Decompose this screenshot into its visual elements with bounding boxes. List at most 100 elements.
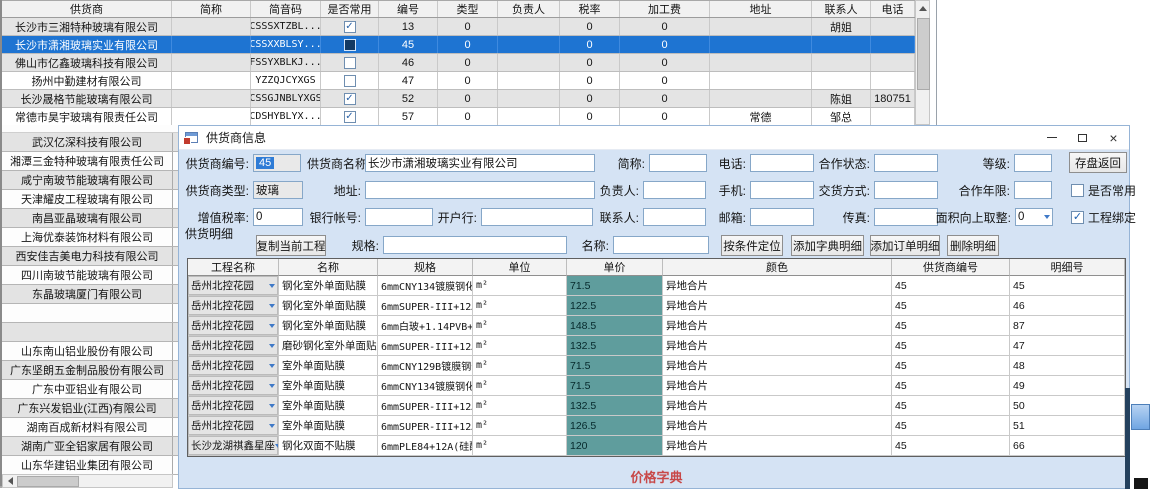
grid-row[interactable]: 岳州北控花园室外单面贴膜6mmSUPER-III+12A(硅...m²126.5… — [188, 416, 1125, 436]
scroll-left-icon[interactable] — [3, 477, 17, 485]
grid-row[interactable]: 岳州北控花园钢化室外单面贴膜6mm白玻+1.14PVB+6mm...m²148.… — [188, 316, 1125, 336]
cell-project[interactable]: 岳州北控花园 — [188, 276, 279, 296]
supplier-type-input[interactable]: 玻璃 — [253, 181, 303, 199]
list-item[interactable]: 武汉亿深科技有限公司 — [2, 133, 178, 152]
cell-project[interactable]: 岳州北控花园 — [188, 356, 279, 376]
grid-column-header[interactable]: 供货商编号 — [892, 259, 1010, 276]
add-order-detail-button[interactable]: 添加订单明细 — [870, 235, 940, 256]
save-return-button[interactable]: 存盘返回 — [1069, 152, 1127, 173]
list-item[interactable]: 四川南玻节能玻璃有限公司 — [2, 266, 178, 285]
column-header[interactable]: 税率 — [560, 1, 620, 17]
common-checkbox[interactable] — [344, 39, 356, 51]
contact-input[interactable] — [643, 208, 706, 226]
grid-row[interactable]: 岳州北控花园钢化室外单面贴膜6mmSUPER-III+12A(硅...m²122… — [188, 296, 1125, 316]
combo-dropdown-icon[interactable] — [269, 284, 275, 288]
dialog-titlebar[interactable]: 供货商信息 × — [179, 126, 1129, 150]
minimize-button[interactable] — [1036, 126, 1067, 149]
list-item[interactable]: 山东南山铝业股份有限公司 — [2, 342, 178, 361]
supplier-list-hscrollbar[interactable] — [2, 474, 173, 488]
grid-column-header[interactable]: 工程名称 — [188, 259, 279, 276]
list-item[interactable]: 南昌亚晶玻璃有限公司 — [2, 209, 178, 228]
supplier-table-vscrollbar[interactable] — [915, 0, 930, 125]
list-item[interactable] — [2, 323, 178, 342]
mobile-input[interactable] — [750, 181, 814, 199]
grid-row[interactable]: 岳州北控花园磨砂钢化室外单面贴膜6mmSUPER-III+12A(硅...m²1… — [188, 336, 1125, 356]
list-item[interactable]: 东晶玻璃厦门有限公司 — [2, 285, 178, 304]
combo-dropdown-icon[interactable] — [269, 384, 275, 388]
common-checkbox[interactable]: ✓ — [344, 111, 356, 123]
combo-dropdown-icon[interactable] — [269, 324, 275, 328]
list-item[interactable] — [2, 304, 178, 323]
supplier-no-input[interactable]: 45 — [253, 154, 301, 172]
column-header[interactable]: 简称 — [172, 1, 251, 17]
hscroll-thumb[interactable] — [17, 476, 79, 487]
list-item[interactable]: 湘潭三金特种玻璃有限责任公司 — [2, 152, 178, 171]
vscroll-thumb[interactable] — [917, 18, 930, 90]
phone-input[interactable] — [750, 154, 814, 172]
table-row[interactable]: 长沙市潇湘玻璃实业有限公司CSSXXBLSY...45000 — [2, 36, 915, 54]
coop-years-input[interactable] — [1014, 181, 1052, 199]
grid-row[interactable]: 岳州北控花园钢化室外单面贴膜6mmCNY134镀膜钢化m²71.5异地合片454… — [188, 276, 1125, 296]
grid-column-header[interactable]: 规格 — [378, 259, 473, 276]
combo-dropdown-icon[interactable] — [269, 304, 275, 308]
area-round-select[interactable]: 0 — [1015, 208, 1053, 226]
grid-column-header[interactable]: 颜色 — [663, 259, 892, 276]
table-row[interactable]: 佛山市亿鑫玻璃科技有限公司FSSYXBLKJ...46000 — [2, 54, 915, 72]
fax-input[interactable] — [874, 208, 938, 226]
locate-by-condition-button[interactable]: 按条件定位 — [721, 235, 783, 256]
address-input[interactable] — [365, 181, 595, 199]
close-button[interactable]: × — [1098, 126, 1129, 149]
maximize-button[interactable] — [1067, 126, 1098, 149]
manager-input[interactable] — [643, 181, 706, 199]
grid-row[interactable]: 岳州北控花园室外单面贴膜6mmCNY129B镀膜钢化m²71.5异地合片4548 — [188, 356, 1125, 376]
common-checkbox[interactable] — [344, 75, 356, 87]
list-item[interactable]: 广东坚朗五金制品股份有限公司 — [2, 361, 178, 380]
column-header[interactable]: 类型 — [438, 1, 498, 17]
cell-project[interactable]: 岳州北控花园 — [188, 376, 279, 396]
name-filter-input[interactable] — [613, 236, 709, 254]
grid-row[interactable]: 岳州北控花园室外单面贴膜6mmSUPER-III+12A(硅...m²132.5… — [188, 396, 1125, 416]
common-checkbox[interactable]: ✓ — [344, 21, 356, 33]
scroll-up-icon[interactable] — [916, 1, 929, 16]
table-row[interactable]: 常德市昊宇玻璃有限责任公司CDSHYBLYX...✓57000常德邹总 — [2, 108, 915, 126]
table-row[interactable]: 扬州中勤建材有限公司YZZQJCYXGS47000 — [2, 72, 915, 90]
bank-account-input[interactable] — [365, 208, 433, 226]
list-item[interactable]: 广东兴发铝业(江西)有限公司 — [2, 399, 178, 418]
list-item[interactable]: 广东中亚铝业有限公司 — [2, 380, 178, 399]
list-item[interactable]: 湖南广亚全铝家居有限公司 — [2, 437, 178, 456]
coop-status-input[interactable] — [874, 154, 938, 172]
table-row[interactable]: 长沙晟格节能玻璃有限公司CSSGJNBLYXGS✓52000陈姐180751 — [2, 90, 915, 108]
supplier-name-input[interactable]: 长沙市潇湘玻璃实业有限公司 — [365, 154, 595, 172]
list-item[interactable]: 天津耀皮工程玻璃有限公司 — [2, 190, 178, 209]
grid-column-header[interactable]: 单价 — [567, 259, 663, 276]
list-item[interactable]: 湖南百成新材料有限公司 — [2, 418, 178, 437]
email-input[interactable] — [750, 208, 814, 226]
column-header[interactable]: 地址 — [710, 1, 812, 17]
column-header[interactable]: 加工费 — [620, 1, 710, 17]
add-dict-detail-button[interactable]: 添加字典明细 — [791, 235, 864, 256]
spec-filter-input[interactable] — [383, 236, 567, 254]
common-checkbox[interactable]: ✓ — [344, 93, 356, 105]
copy-current-project-button[interactable]: 复制当前工程 — [256, 235, 326, 256]
grid-row[interactable]: 长沙龙湖祺鑫星座钢化双面不贴膜6mmPLE84+12A(硅酮胶...m²120异… — [188, 436, 1125, 456]
common-checkbox[interactable] — [1071, 184, 1084, 197]
vat-rate-input[interactable]: 0 — [253, 208, 303, 226]
combo-dropdown-icon[interactable] — [269, 364, 275, 368]
column-header[interactable]: 联系人 — [812, 1, 871, 17]
project-bind-checkbox[interactable]: ✓ — [1071, 211, 1084, 224]
delete-detail-button[interactable]: 删除明细 — [947, 235, 999, 256]
common-checkbox[interactable] — [344, 57, 356, 69]
list-item[interactable]: 山东华建铝业集团有限公司 — [2, 456, 178, 475]
grade-input[interactable] — [1014, 154, 1052, 172]
column-header[interactable]: 供货商 — [2, 1, 172, 17]
table-row[interactable]: 长沙市三湘特种玻璃有限公司CSSSXTZBL...✓13000胡姐 — [2, 18, 915, 36]
column-header[interactable]: 是否常用 — [321, 1, 379, 17]
column-header[interactable]: 负责人 — [498, 1, 560, 17]
cell-project[interactable]: 岳州北控花园 — [188, 396, 279, 416]
common-checkbox-field[interactable]: 是否常用 — [1071, 180, 1136, 200]
list-item[interactable]: 上海优泰装饰材料有限公司 — [2, 228, 178, 247]
column-header[interactable]: 编号 — [379, 1, 438, 17]
column-header[interactable]: 简音码 — [251, 1, 321, 17]
combo-dropdown-icon[interactable] — [269, 404, 275, 408]
project-bind-checkbox-field[interactable]: ✓ 工程绑定 — [1071, 207, 1136, 227]
